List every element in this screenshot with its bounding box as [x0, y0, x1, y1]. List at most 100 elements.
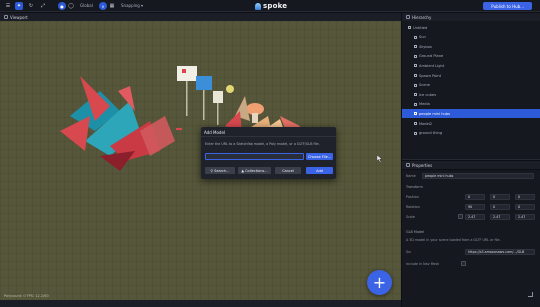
select-icon[interactable]: ✦: [15, 2, 23, 10]
search-button[interactable]: ⚲ Search...: [205, 167, 235, 174]
collections-button[interactable]: ▲ Collections...: [238, 167, 271, 174]
add-model-dialog: Add Model Enter the URL to a Sketchfab m…: [201, 127, 336, 179]
properties-title: Properties: [412, 163, 433, 168]
plus-icon: +: [372, 273, 387, 292]
node-icon: [414, 83, 417, 87]
name-label: Name: [406, 174, 416, 178]
position-y-input[interactable]: 0: [490, 194, 510, 200]
globe-icon[interactable]: ●: [58, 2, 66, 10]
src-label: Src: [406, 250, 412, 254]
publish-button[interactable]: Publish to Hub...: [483, 2, 532, 10]
scale-label: Scale: [406, 215, 415, 219]
rotation-y-input[interactable]: 0: [490, 204, 510, 210]
global-toggle-label[interactable]: Global: [80, 3, 93, 8]
snapping-dropdown[interactable]: Snapping ▾: [121, 3, 143, 8]
cancel-button[interactable]: Cancel: [275, 167, 301, 174]
include-navmesh-checkbox[interactable]: [461, 261, 466, 266]
viewport-header: Viewport: [0, 13, 401, 21]
gltf-description: A 3D model in your scene loaded from a G…: [406, 238, 501, 242]
scale-y-input[interactable]: 2.47: [490, 214, 510, 220]
hierarchy-item-label: ground thing: [419, 131, 443, 136]
hierarchy-item[interactable]: Spawn Point: [402, 71, 540, 80]
collections-button-label: Collections...: [245, 168, 268, 173]
hierarchy-item-label: Scene: [419, 83, 430, 88]
hierarchy-item-label: people mini hubs: [419, 111, 450, 116]
node-icon: [408, 26, 411, 29]
node-icon: [414, 35, 417, 39]
properties-icon: [406, 163, 410, 167]
node-icon: [414, 74, 417, 77]
mouse-cursor-icon: [377, 155, 383, 163]
hierarchy-item[interactable]: Untitled: [402, 23, 540, 32]
hierarchy-item-label: Spawn Point: [419, 73, 442, 78]
search-icon: ⚲: [210, 168, 214, 173]
hierarchy-item[interactable]: Ground Plane: [402, 52, 540, 61]
hierarchy-item-label: Untitled: [413, 25, 428, 30]
rotation-label: Rotation: [406, 205, 420, 209]
search-button-label: Search...: [214, 168, 230, 173]
node-icon: [414, 112, 417, 116]
position-label: Position: [406, 195, 419, 199]
hierarchy-item-label: Ground Plane: [419, 54, 444, 59]
viewport-icon: [4, 15, 8, 19]
hierarchy-list: Untitled Sun Skybox Ground Plane Ambient Lig…: [402, 21, 540, 159]
hierarchy-item-label: Ambient Light: [419, 63, 445, 68]
top-toolbar: ☰ ✦ ↻ ⤢ ● ◯ Global ∩ ▦ Snapping ▾ spoke …: [0, 0, 540, 12]
position-z-input[interactable]: 0: [515, 194, 535, 200]
hierarchy-item[interactable]: ground thing: [402, 129, 540, 138]
snap-icon[interactable]: ▦: [108, 2, 116, 10]
hierarchy-item[interactable]: Model2: [402, 119, 540, 128]
src-input[interactable]: https://s3.amazonaws.com/.../GLB: [465, 249, 535, 255]
gltf-section-title: GLB Model: [406, 230, 425, 234]
hierarchy-item[interactable]: Media: [402, 100, 540, 109]
hierarchy-title: Hierarchy: [412, 15, 432, 20]
scale-icon[interactable]: ⤢: [39, 2, 47, 10]
properties-header: Properties: [402, 161, 540, 169]
hierarchy-item[interactable]: ice cubes: [402, 90, 540, 99]
node-icon: [414, 122, 417, 125]
viewport-footer: [0, 300, 401, 307]
collections-icon: ▲: [241, 168, 245, 173]
shard-cluster: [60, 76, 160, 171]
model-url-input[interactable]: [205, 153, 304, 160]
node-icon: [414, 102, 417, 106]
node-icon: [414, 45, 417, 49]
space-toggle-icon[interactable]: ◯: [67, 2, 75, 10]
transform-section-title: Transform: [406, 185, 423, 189]
red-marker: [176, 128, 182, 130]
node-icon: [414, 54, 417, 58]
hierarchy-icon: [406, 15, 410, 19]
scale-x-input[interactable]: 2.47: [465, 214, 485, 220]
properties-panel: Name people mini hubs Transform Position…: [402, 170, 540, 307]
position-x-input[interactable]: 0: [465, 194, 485, 200]
choose-file-button[interactable]: Choose File...: [306, 153, 333, 160]
panel-divider: [402, 159, 540, 160]
app-name: spoke: [263, 2, 288, 10]
move-icon[interactable]: ↻: [27, 2, 35, 10]
dialog-description: Enter the URL to a Sketchfab model, a Po…: [205, 142, 320, 146]
spoke-logo-icon: [255, 2, 261, 10]
magnet-icon[interactable]: ∩: [99, 2, 107, 10]
hierarchy-item-label: ice cubes: [419, 92, 436, 97]
menu-icon[interactable]: ☰: [4, 2, 12, 10]
viewport-title: Viewport: [10, 15, 28, 20]
hierarchy-item[interactable]: Ambient Light: [402, 61, 540, 70]
rotation-x-input[interactable]: 90: [465, 204, 485, 210]
hierarchy-header: Hierarchy: [402, 13, 540, 21]
dialog-title: Add Model: [201, 127, 336, 137]
hierarchy-item-label: Sun: [419, 35, 426, 40]
hierarchy-item-label: Model2: [419, 121, 433, 126]
uniform-scale-toggle[interactable]: [458, 214, 463, 219]
rotation-z-input[interactable]: 0: [515, 204, 535, 210]
hierarchy-item[interactable]: Scene: [402, 81, 540, 90]
add-button[interactable]: Add: [306, 167, 333, 174]
viewport-stats: Polycount: 0 FPS: 12.2/60: [4, 294, 49, 298]
hierarchy-item[interactable]: people mini hubs: [402, 109, 540, 119]
scale-z-input[interactable]: 2.47: [515, 214, 535, 220]
hierarchy-item[interactable]: Skybox: [402, 42, 540, 51]
hierarchy-item[interactable]: Sun: [402, 33, 540, 42]
add-asset-button[interactable]: +: [367, 270, 392, 295]
resize-handle-icon[interactable]: [528, 292, 533, 297]
name-input[interactable]: people mini hubs: [422, 173, 534, 179]
node-icon: [414, 131, 417, 135]
